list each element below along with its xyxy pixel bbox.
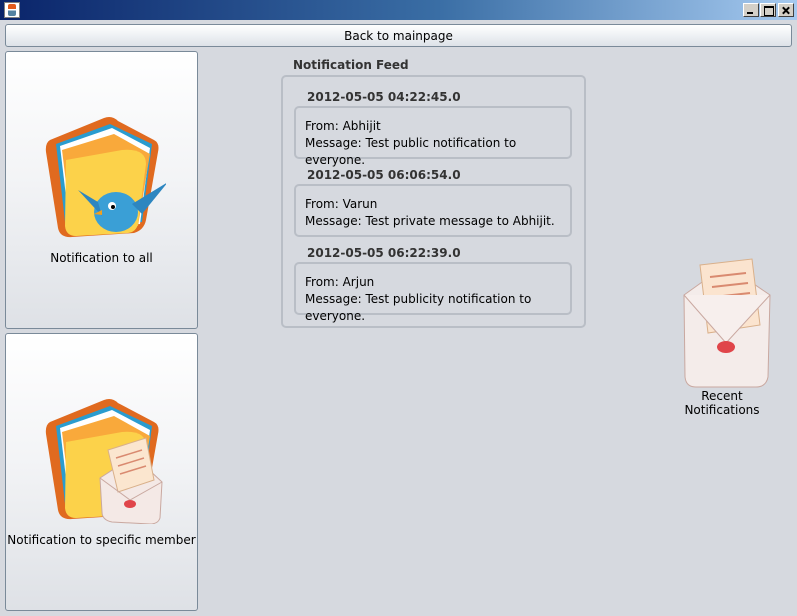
close-icon[interactable] [778,3,794,17]
feed-title: Notification Feed [293,58,409,72]
entry-from: From: Abhijit [305,119,381,133]
entry-date: 2012-05-05 06:06:54.0 [307,168,461,182]
feed-entry: From: Abhijit Message: Test public notif… [294,106,572,167]
entry-message: Message: Test public notification to eve… [305,136,517,167]
java-cup-icon [4,2,20,18]
recent-notifications-label[interactable]: Recent Notifications [662,389,782,417]
entry-from: From: Arjun [305,275,375,289]
envelope-letter-icon[interactable] [680,255,772,390]
sidebar-item-label: Notification to all [50,251,153,265]
maximize-icon[interactable] [760,3,776,17]
entry-message: Message: Test private message to Abhijit… [305,214,555,228]
notification-to-specific-member-button[interactable]: Notification to specific member [5,333,198,611]
entry-from: From: Varun [305,197,378,211]
entry-date: 2012-05-05 04:22:45.0 [307,90,461,104]
entry-message: Message: Test publicity notification to … [305,292,532,323]
sidebar-item-label: Notification to specific member [7,533,196,547]
feed-entry: From: Arjun Message: Test publicity noti… [294,262,572,323]
back-to-mainpage-button[interactable]: Back to mainpage [5,24,792,47]
window-titlebar [0,0,797,20]
folder-envelope-icon [45,399,163,524]
entry-date: 2012-05-05 06:22:39.0 [307,246,461,260]
feed-entry: From: Varun Message: Test private messag… [294,184,572,237]
notification-to-all-button[interactable]: Notification to all [5,51,198,329]
folder-bird-icon [45,117,166,238]
minimize-icon[interactable] [743,3,759,17]
